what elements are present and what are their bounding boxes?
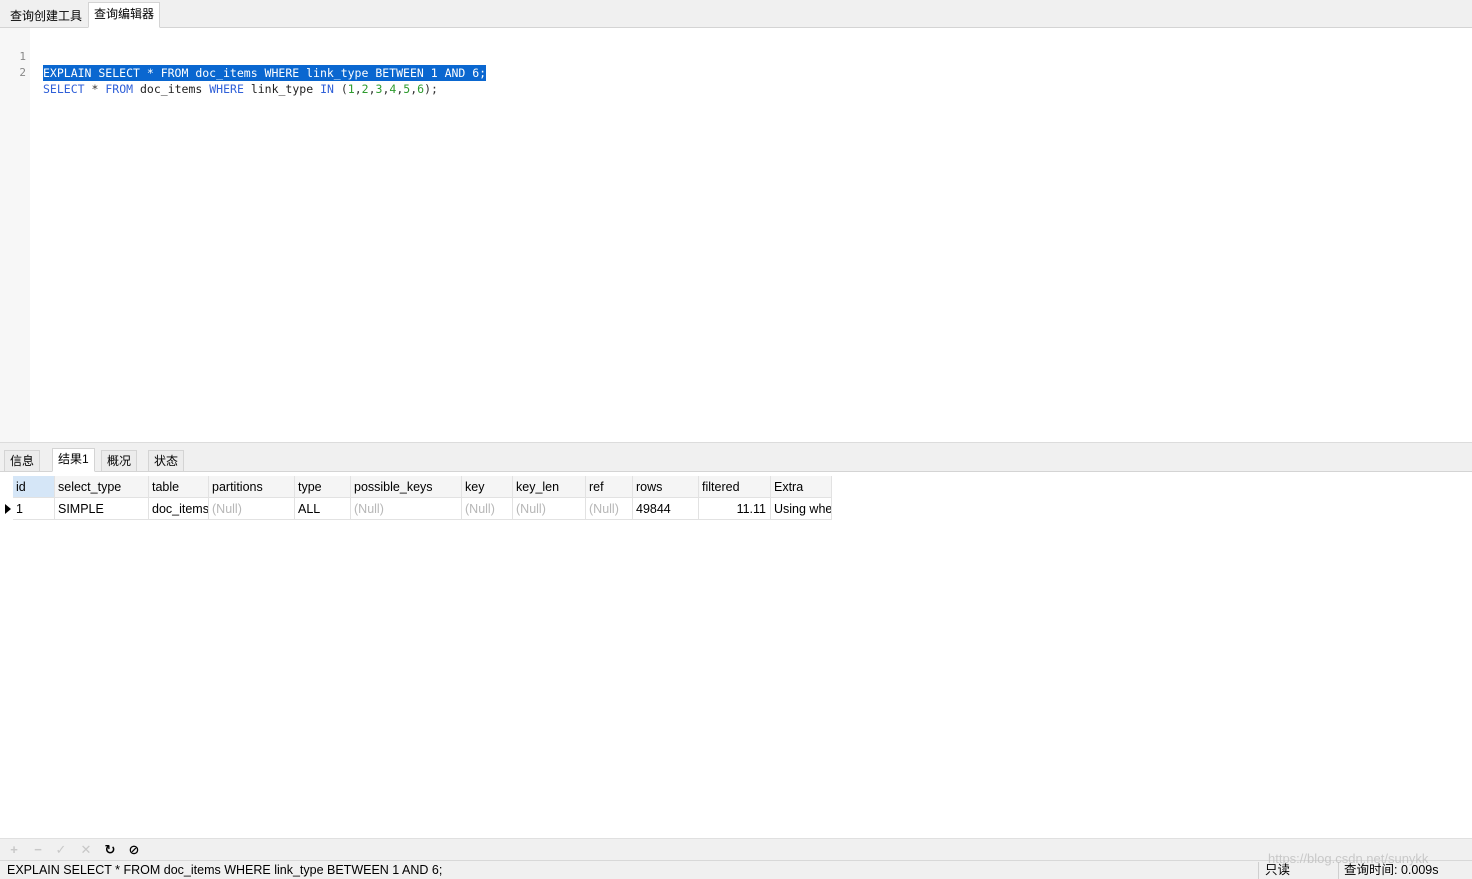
column-header[interactable]: table	[149, 476, 209, 498]
grid-cell[interactable]: 49844	[633, 498, 699, 520]
grid-cell[interactable]: (Null)	[351, 498, 462, 520]
grid-cell[interactable]: (Null)	[586, 498, 633, 520]
column-header[interactable]: key	[462, 476, 513, 498]
apply-changes-icon[interactable]: ✓	[52, 841, 70, 859]
editor-line-text-selected[interactable]: EXPLAIN SELECT * FROM doc_items WHERE li…	[43, 65, 487, 81]
grid-toolbar: + − ✓ ✕ ↻ ⊘	[0, 838, 1472, 860]
editor-line-2[interactable]: 2 SELECT * FROM doc_items WHERE link_typ…	[0, 49, 1472, 96]
column-header[interactable]: key_len	[513, 476, 586, 498]
grid-cell[interactable]: ALL	[295, 498, 351, 520]
result-grid[interactable]: id select_type table partitions type pos…	[0, 472, 1472, 838]
column-header[interactable]: possible_keys	[351, 476, 462, 498]
discard-changes-icon[interactable]: ✕	[77, 841, 95, 859]
editor-line-text[interactable]: SELECT * FROM doc_items WHERE link_type …	[43, 81, 438, 97]
top-tab-bar: 查询创建工具 查询编辑器	[0, 0, 1472, 28]
stop-icon[interactable]: ⊘	[125, 841, 143, 859]
grid-cell[interactable]: (Null)	[462, 498, 513, 520]
grid-cell[interactable]: SIMPLE	[55, 498, 149, 520]
tab-query-editor[interactable]: 查询编辑器	[88, 2, 161, 28]
tab-info[interactable]: 信息	[4, 450, 41, 472]
column-header[interactable]: partitions	[209, 476, 295, 498]
delete-record-icon[interactable]: −	[29, 841, 47, 859]
column-header[interactable]: id	[13, 476, 55, 498]
column-header[interactable]: filtered	[699, 476, 771, 498]
status-current-sql: EXPLAIN SELECT * FROM doc_items WHERE li…	[7, 863, 443, 877]
status-query-time: 查询时间: 0.009s	[1344, 863, 1439, 877]
sql-editor[interactable]: 1 EXPLAIN SELECT * FROM doc_items WHERE …	[0, 28, 1472, 442]
status-readonly: 只读	[1265, 863, 1291, 877]
grid-cell[interactable]: (Null)	[209, 498, 295, 520]
tab-profile[interactable]: 概况	[101, 450, 138, 472]
add-record-icon[interactable]: +	[5, 841, 23, 859]
tab-status[interactable]: 状态	[148, 450, 185, 472]
current-row-indicator-icon	[5, 504, 11, 514]
column-header[interactable]: Extra	[771, 476, 832, 498]
line-number: 2	[19, 66, 26, 79]
status-divider	[1338, 862, 1339, 879]
column-header[interactable]: ref	[586, 476, 633, 498]
grid-cell[interactable]: 1	[13, 498, 55, 520]
result-tab-bar: 信息 结果1 概况 状态	[0, 447, 1472, 472]
editor-line-1[interactable]: 1 EXPLAIN SELECT * FROM doc_items WHERE …	[0, 33, 1472, 81]
column-header[interactable]: select_type	[55, 476, 149, 498]
tab-result1[interactable]: 结果1	[52, 448, 95, 472]
grid-cell[interactable]: doc_items	[149, 498, 209, 520]
tab-query-builder[interactable]: 查询创建工具	[4, 4, 88, 28]
column-header[interactable]: rows	[633, 476, 699, 498]
column-header[interactable]: type	[295, 476, 351, 498]
status-divider	[1258, 862, 1259, 879]
grid-cell[interactable]: (Null)	[513, 498, 586, 520]
status-bar: EXPLAIN SELECT * FROM doc_items WHERE li…	[0, 860, 1472, 879]
grid-cell[interactable]: 11.11	[699, 498, 771, 520]
refresh-icon[interactable]: ↻	[101, 841, 119, 859]
grid-cell[interactable]: Using whe	[771, 498, 832, 520]
